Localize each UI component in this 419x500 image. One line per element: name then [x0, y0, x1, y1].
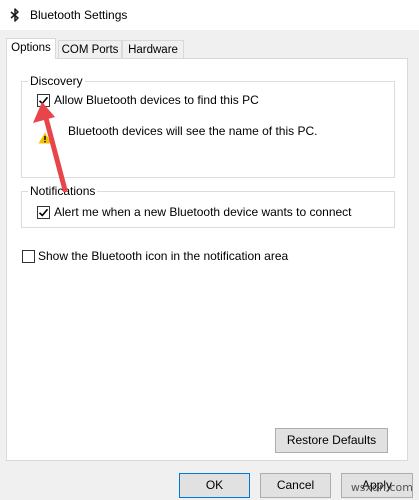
alert-new-device-checkbox[interactable] [37, 206, 50, 219]
tab-options[interactable]: Options [6, 38, 56, 59]
ok-button[interactable]: OK [179, 473, 250, 498]
show-tray-icon-checkbox[interactable] [22, 250, 35, 263]
tab-com-ports[interactable]: COM Ports [58, 40, 122, 58]
discovery-group-title: Discovery [28, 74, 85, 88]
show-tray-icon-label: Show the Bluetooth icon in the notificat… [38, 249, 289, 263]
bluetooth-icon [10, 8, 19, 22]
alert-new-device-label: Alert me when a new Bluetooth device wan… [54, 205, 352, 219]
checkmark-icon [38, 96, 49, 105]
options-panel: Discovery Allow Bluetooth devices to fin… [6, 58, 408, 461]
discovery-note: Bluetooth devices will see the name of t… [68, 124, 318, 138]
notifications-group-title: Notifications [28, 184, 98, 198]
checkmark-icon [38, 208, 49, 217]
allow-discovery-label: Allow Bluetooth devices to find this PC [54, 93, 259, 107]
title-bar: Bluetooth Settings [0, 0, 419, 30]
tab-hardware[interactable]: Hardware [122, 40, 184, 58]
watermark-text: wsxdn.com [350, 481, 413, 494]
restore-defaults-button[interactable]: Restore Defaults [275, 428, 388, 453]
window-title: Bluetooth Settings [30, 8, 128, 22]
allow-discovery-checkbox[interactable] [37, 94, 50, 107]
warning-icon [38, 132, 52, 144]
cancel-button[interactable]: Cancel [260, 473, 331, 498]
